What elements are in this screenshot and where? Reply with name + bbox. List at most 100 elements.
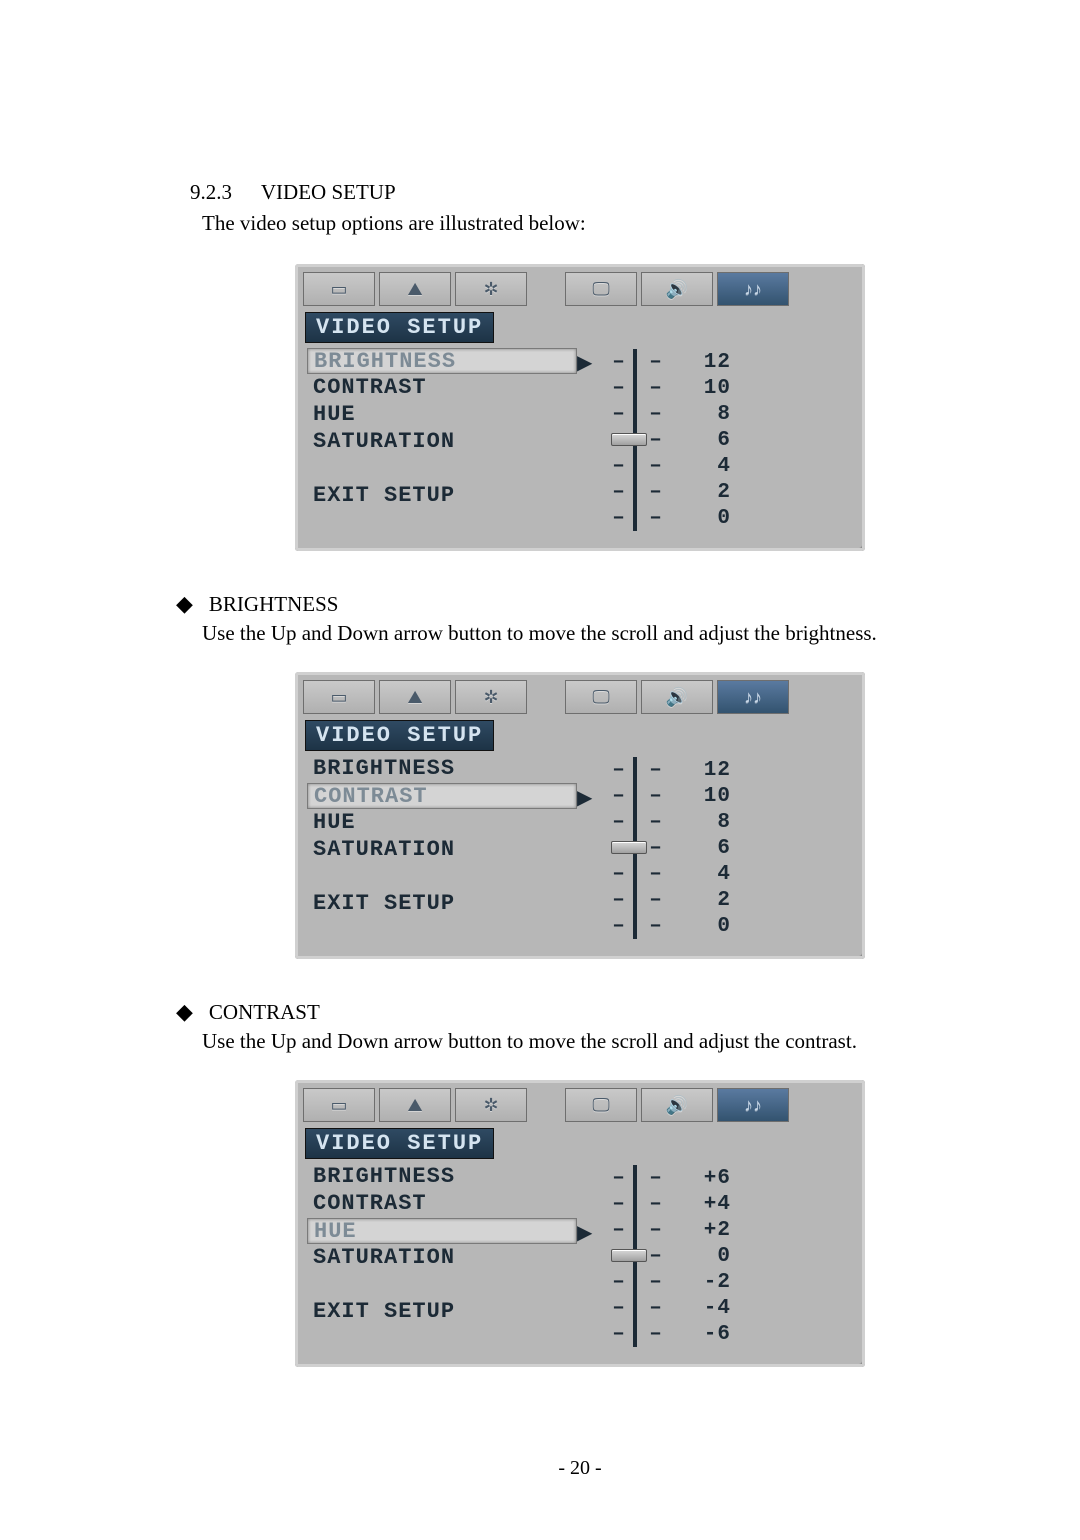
- osd-tab[interactable]: 🔊: [641, 680, 713, 714]
- menu-item-brightness[interactable]: BRIGHTNESS: [307, 1164, 577, 1190]
- menu-item-brightness[interactable]: BRIGHTNESS: [307, 756, 577, 782]
- scale-tick-right: –: [637, 757, 675, 783]
- scale-value: 6: [675, 427, 735, 453]
- scale-value: 4: [675, 453, 735, 479]
- menu-item-saturation[interactable]: SATURATION: [307, 1245, 577, 1271]
- scale-tick-left: –: [605, 1295, 633, 1321]
- scale-tick-right: –: [637, 349, 675, 375]
- menu-arrow-icon: ▶: [577, 1220, 592, 1246]
- menu-spacer: [307, 1272, 577, 1298]
- scale-tick-left: –: [605, 349, 633, 375]
- osd-arrow-col: ▶: [577, 755, 601, 939]
- section-heading: 9.2.3 VIDEO SETUP: [190, 180, 970, 205]
- settings-icon: ✲: [483, 279, 498, 300]
- scale-tick-right: –: [637, 479, 675, 505]
- display-icon: 🖵: [592, 1095, 609, 1116]
- menu-item-hue[interactable]: HUE: [307, 1218, 577, 1244]
- osd-arrow-col: ▶: [577, 347, 601, 531]
- picture-icon: ⛰: [407, 687, 422, 708]
- slider-handle[interactable]: [611, 1249, 647, 1262]
- menu-arrow-icon: ▶: [577, 350, 592, 376]
- osd-tab[interactable]: 🖵: [565, 272, 637, 306]
- osd-scale-col: ––+6––+4––+2––0––-2––-4––-6: [601, 1163, 857, 1347]
- osd-title: VIDEO SETUP: [305, 312, 494, 343]
- osd-tab[interactable]: ✲: [455, 680, 527, 714]
- menu-item-contrast[interactable]: CONTRAST: [307, 1191, 577, 1217]
- scale-tick-left: –: [605, 861, 633, 887]
- osd-tab[interactable]: 🖵: [565, 680, 637, 714]
- osd-title: VIDEO SETUP: [305, 1128, 494, 1159]
- scale-tick-right: –: [637, 1269, 675, 1295]
- settings-icon: ✲: [483, 687, 498, 708]
- osd-tabs: ▭ ⛰ ✲ 🖵 🔊♪♪: [303, 272, 857, 306]
- scale-tick-left: –: [605, 1165, 633, 1191]
- scale-value: 8: [675, 401, 735, 427]
- scale-tick-right: –: [637, 1295, 675, 1321]
- tab-spacer: [531, 272, 561, 304]
- osd-tab[interactable]: 🖵: [565, 1088, 637, 1122]
- osd-title: VIDEO SETUP: [305, 720, 494, 751]
- osd-tab[interactable]: ⛰: [379, 680, 451, 714]
- osd-panel: ▭ ⛰ ✲ 🖵🔊♪♪ VIDEO SETUP BRIGHTNESSCONTRASTHU…: [295, 672, 865, 959]
- scale-tick-left: –: [605, 1269, 633, 1295]
- osd-scale-col: ––12––10––8––6––4––2––0: [601, 347, 857, 531]
- menu-item-brightness[interactable]: BRIGHTNESS: [307, 348, 577, 374]
- page-number: - 20 -: [190, 1457, 970, 1480]
- scale-value: +4: [675, 1191, 735, 1217]
- picture-icon: ⛰: [407, 1095, 422, 1116]
- scale-value: 2: [675, 479, 735, 505]
- scale-tick-right: –: [637, 1191, 675, 1217]
- tab-spacer: [531, 1088, 561, 1120]
- slider-handle[interactable]: [611, 841, 647, 854]
- menu-spacer: [307, 456, 577, 482]
- osd-tab[interactable]: ♪♪: [717, 272, 789, 306]
- bullet-desc: Use the Up and Down arrow button to move…: [202, 1029, 970, 1054]
- scale-tick-right: –: [637, 1165, 675, 1191]
- scale-tick-left: –: [605, 913, 633, 939]
- slider-handle[interactable]: [611, 433, 647, 446]
- scale-tick-left: –: [605, 453, 633, 479]
- bullet-heading: ◆BRIGHTNESS: [176, 591, 970, 617]
- scale-tick-left: –: [605, 1217, 633, 1243]
- scale-tick-right: –: [637, 861, 675, 887]
- osd-menu: BRIGHTNESSCONTRASTHUESATURATION EXIT SETU…: [303, 755, 577, 939]
- osd-tabs: ▭ ⛰ ✲ 🖵🔊♪♪: [303, 680, 857, 714]
- video-icon: ▭: [330, 687, 347, 708]
- scale-tick-left: –: [605, 809, 633, 835]
- osd-tab[interactable]: 🔊: [641, 1088, 713, 1122]
- menu-item-contrast[interactable]: CONTRAST: [307, 375, 577, 401]
- osd-tab[interactable]: ♪♪: [717, 1088, 789, 1122]
- menu-item-exit[interactable]: EXIT SETUP: [307, 1299, 577, 1325]
- osd-tab[interactable]: ⛰: [379, 1088, 451, 1122]
- menu-item-saturation[interactable]: SATURATION: [307, 837, 577, 863]
- menu-item-exit[interactable]: EXIT SETUP: [307, 891, 577, 917]
- osd-menu: BRIGHTNESSCONTRASTHUESATURATION EXIT SETU…: [303, 347, 577, 531]
- section-intro: The video setup options are illustrated …: [202, 211, 970, 236]
- osd-tab[interactable]: 🔊: [641, 272, 713, 306]
- scale-tick-right: –: [637, 783, 675, 809]
- display-icon: 🖵: [592, 279, 609, 300]
- scale-tick-right: –: [637, 1321, 675, 1347]
- scale-tick-left: –: [605, 479, 633, 505]
- scale-tick-left: –: [605, 1321, 633, 1347]
- osd-tab[interactable]: ✲: [455, 272, 527, 306]
- scale-value: +2: [675, 1217, 735, 1243]
- scale-value: +6: [675, 1165, 735, 1191]
- osd-panel: ▭ ⛰ ✲ 🖵 🔊♪♪ VIDEO SETUP BRIGHTNESSCONTRASTHU…: [295, 1080, 865, 1367]
- osd-tab[interactable]: ⛰: [379, 272, 451, 306]
- menu-item-contrast[interactable]: CONTRAST: [307, 783, 577, 809]
- osd-tab[interactable]: ▭: [303, 272, 375, 306]
- osd-menu: BRIGHTNESSCONTRASTHUESATURATION EXIT SETU…: [303, 1163, 577, 1347]
- menu-item-hue[interactable]: HUE: [307, 810, 577, 836]
- menu-item-saturation[interactable]: SATURATION: [307, 429, 577, 455]
- section-number: 9.2.3: [190, 180, 232, 205]
- menu-item-hue[interactable]: HUE: [307, 402, 577, 428]
- osd-tab[interactable]: ▭: [303, 680, 375, 714]
- menu-item-exit[interactable]: EXIT SETUP: [307, 483, 577, 509]
- scale-tick-right: –: [637, 401, 675, 427]
- scale-tick-left: –: [605, 401, 633, 427]
- osd-tab[interactable]: ✲: [455, 1088, 527, 1122]
- osd-tab[interactable]: ♪♪: [717, 680, 789, 714]
- video-icon: ▭: [330, 279, 347, 300]
- osd-tab[interactable]: ▭: [303, 1088, 375, 1122]
